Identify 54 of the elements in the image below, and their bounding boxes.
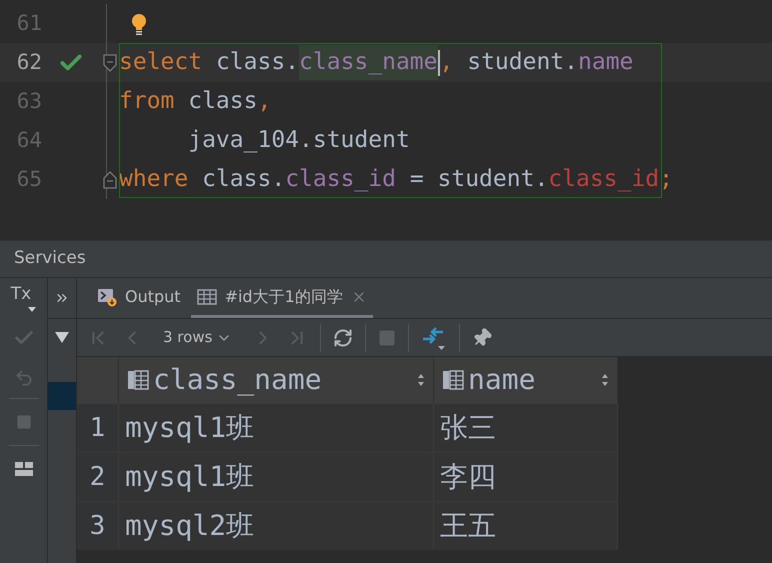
filter-icon[interactable]: [55, 332, 69, 343]
row-number: 2: [77, 453, 119, 501]
code-token: class: [187, 87, 258, 116]
code-token: from: [119, 87, 174, 116]
line-number: 65: [16, 166, 42, 193]
table-cell[interactable]: 王五: [434, 502, 618, 550]
table-cell[interactable]: mysql1班: [119, 453, 434, 501]
code-token: ,: [257, 87, 272, 116]
table-cell[interactable]: mysql1班: [119, 404, 434, 452]
code-token: student.: [466, 48, 578, 78]
compare-arrows-icon[interactable]: [421, 324, 448, 350]
code-token: = student.: [408, 165, 548, 194]
rollback-icon[interactable]: [14, 368, 34, 388]
code-token: ;: [659, 165, 673, 194]
table-cell[interactable]: 李四: [434, 453, 618, 501]
code-token: name: [578, 48, 634, 78]
refresh-icon[interactable]: [333, 328, 354, 348]
panel-title: Services: [14, 247, 86, 270]
code-token: where: [119, 165, 188, 194]
column-title: class_name: [153, 362, 323, 398]
code-token: class_name: [299, 45, 438, 80]
stop-icon[interactable]: [16, 414, 32, 430]
code-token: class_id: [548, 165, 660, 194]
fold-marker-icon[interactable]: [102, 170, 118, 190]
sort-icon[interactable]: [417, 373, 425, 387]
transaction-mode-button[interactable]: Tx: [10, 278, 36, 318]
code-token: class_id: [285, 165, 396, 194]
result-tab[interactable]: Output: [91, 278, 187, 318]
code-token: class.: [201, 165, 286, 194]
line-number: 64: [16, 126, 42, 154]
code-token: class.: [214, 48, 300, 78]
layout-icon[interactable]: [14, 462, 32, 476]
line-number: 63: [16, 88, 42, 115]
table-cell[interactable]: mysql2班: [119, 502, 434, 550]
column-header[interactable]: name: [434, 357, 618, 403]
lightbulb-icon[interactable]: [131, 12, 147, 34]
fold-marker-icon[interactable]: [102, 52, 118, 72]
column-header[interactable]: class_name: [119, 357, 434, 403]
column-icon: [442, 370, 464, 390]
column-title: name: [468, 362, 536, 398]
row-number: 3: [77, 502, 119, 550]
code-token: java_104.student: [187, 126, 410, 156]
line-number: 62: [16, 48, 42, 76]
code-token: select: [119, 48, 202, 78]
console-icon: [97, 286, 117, 306]
sort-icon[interactable]: [601, 373, 609, 387]
table-icon: [196, 288, 217, 304]
column-icon: [127, 370, 149, 390]
line-number: 61: [16, 10, 42, 37]
rows-dropdown[interactable]: 3 rows: [155, 326, 240, 349]
table-cell[interactable]: 张三: [434, 404, 618, 452]
code-token: ,: [440, 48, 454, 78]
dropdown-arrow-icon: [28, 307, 36, 312]
row-number: 1: [77, 404, 119, 452]
